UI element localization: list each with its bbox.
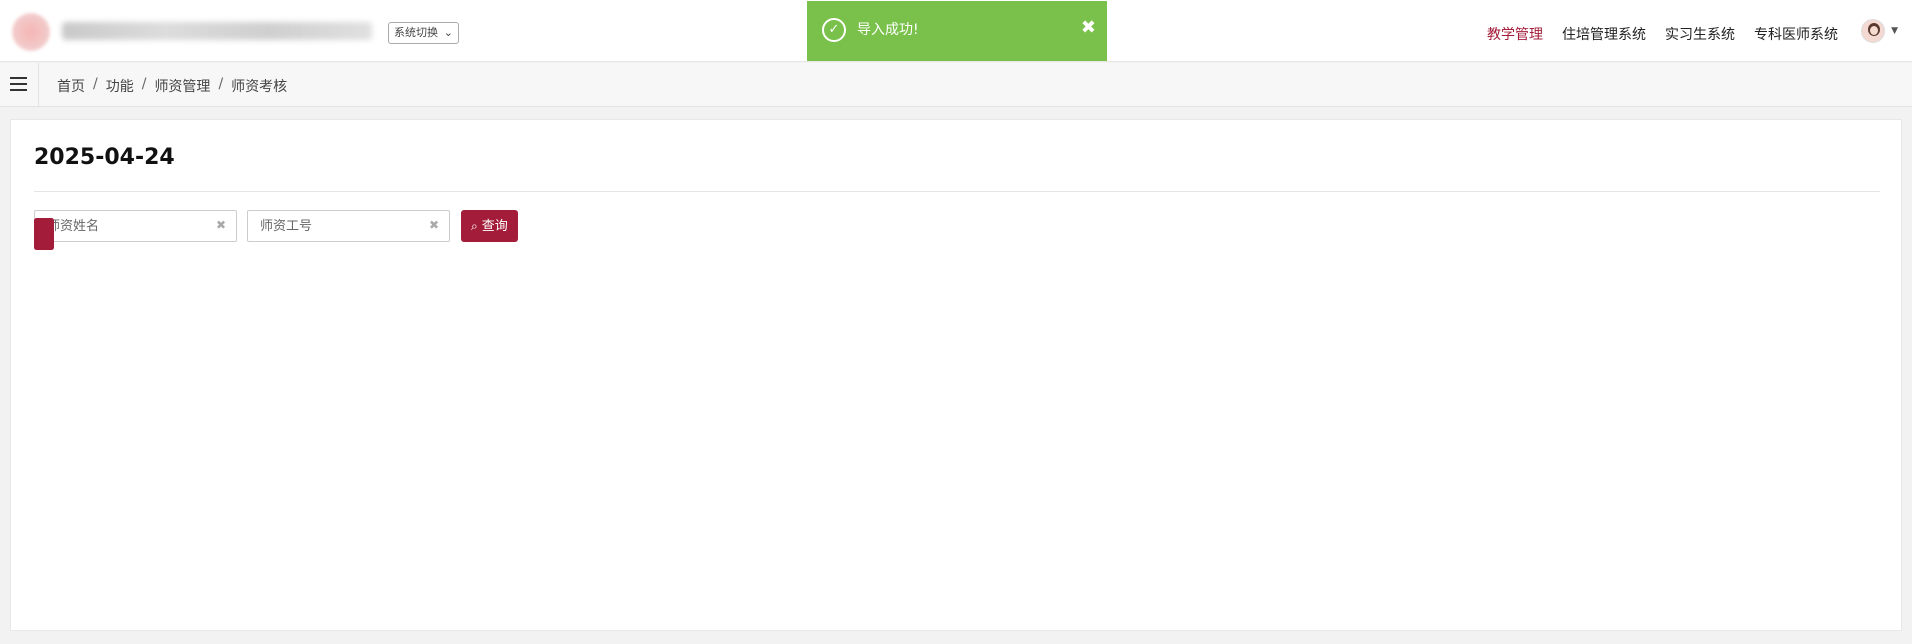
query-button[interactable]: ⌕ 查询 [461,210,518,242]
toast-message: 导入成功! [857,22,919,38]
divider [38,63,39,107]
teacher-code-field[interactable]: ✖ [247,210,450,242]
query-label: 查询 [481,219,508,234]
breadcrumb-bar: 首页 / 功能 / 师资管理 / 师资考核 [0,63,1912,107]
check-circle-icon: ✓ [822,18,846,42]
user-menu[interactable]: ▼ [1861,19,1898,43]
divider [34,191,1880,192]
system-switch-label: 系统切换 [394,26,438,39]
hospital-logo [12,13,50,51]
success-toast: ✓ 导入成功! ✖ [807,1,1107,61]
close-icon[interactable]: ✖ [1081,17,1096,38]
breadcrumb-home[interactable]: 首页 [57,76,85,96]
nav-item-residency[interactable]: 住培管理系统 [1562,24,1646,44]
breadcrumb-separator: / [141,76,147,92]
clear-icon[interactable]: ✖ [429,218,439,232]
breadcrumb-teacher-management[interactable]: 师资管理 [154,76,210,96]
chevron-down-icon: ⌄ [443,26,453,39]
page-title: 2025-04-24 [34,145,175,170]
breadcrumb-separator: / [93,76,98,92]
menu-toggle-icon[interactable] [10,77,27,91]
breadcrumb: 首页 / 功能 / 师资管理 / 师资考核 [57,76,287,96]
caret-down-icon[interactable]: ▼ [1891,26,1898,36]
system-switch-select[interactable]: 系统切换 ⌄ [388,22,459,44]
clear-icon[interactable]: ✖ [216,218,226,232]
teacher-name-field[interactable]: ✖ [34,210,237,242]
nav-item-teaching[interactable]: 教学管理 [1487,24,1543,44]
organization-name-blurred [62,22,372,40]
teacher-code-input[interactable] [248,211,418,241]
import-button[interactable] [34,218,54,250]
breadcrumb-function[interactable]: 功能 [106,76,134,96]
breadcrumb-separator: / [218,76,224,92]
main-card: 2025-04-24 ✖ ✖ ⌕查询 [10,119,1902,631]
search-icon: ⌕ [471,219,478,233]
nav-item-intern[interactable]: 实习生系统 [1665,24,1735,44]
avatar[interactable] [1861,19,1886,43]
teacher-name-input[interactable] [35,211,205,241]
nav-item-specialist[interactable]: 专科医师系统 [1754,24,1838,44]
breadcrumb-teacher-assessment: 师资考核 [231,79,288,95]
top-nav: 教学管理 住培管理系统 实习生系统 专科医师系统 [1487,24,1838,44]
